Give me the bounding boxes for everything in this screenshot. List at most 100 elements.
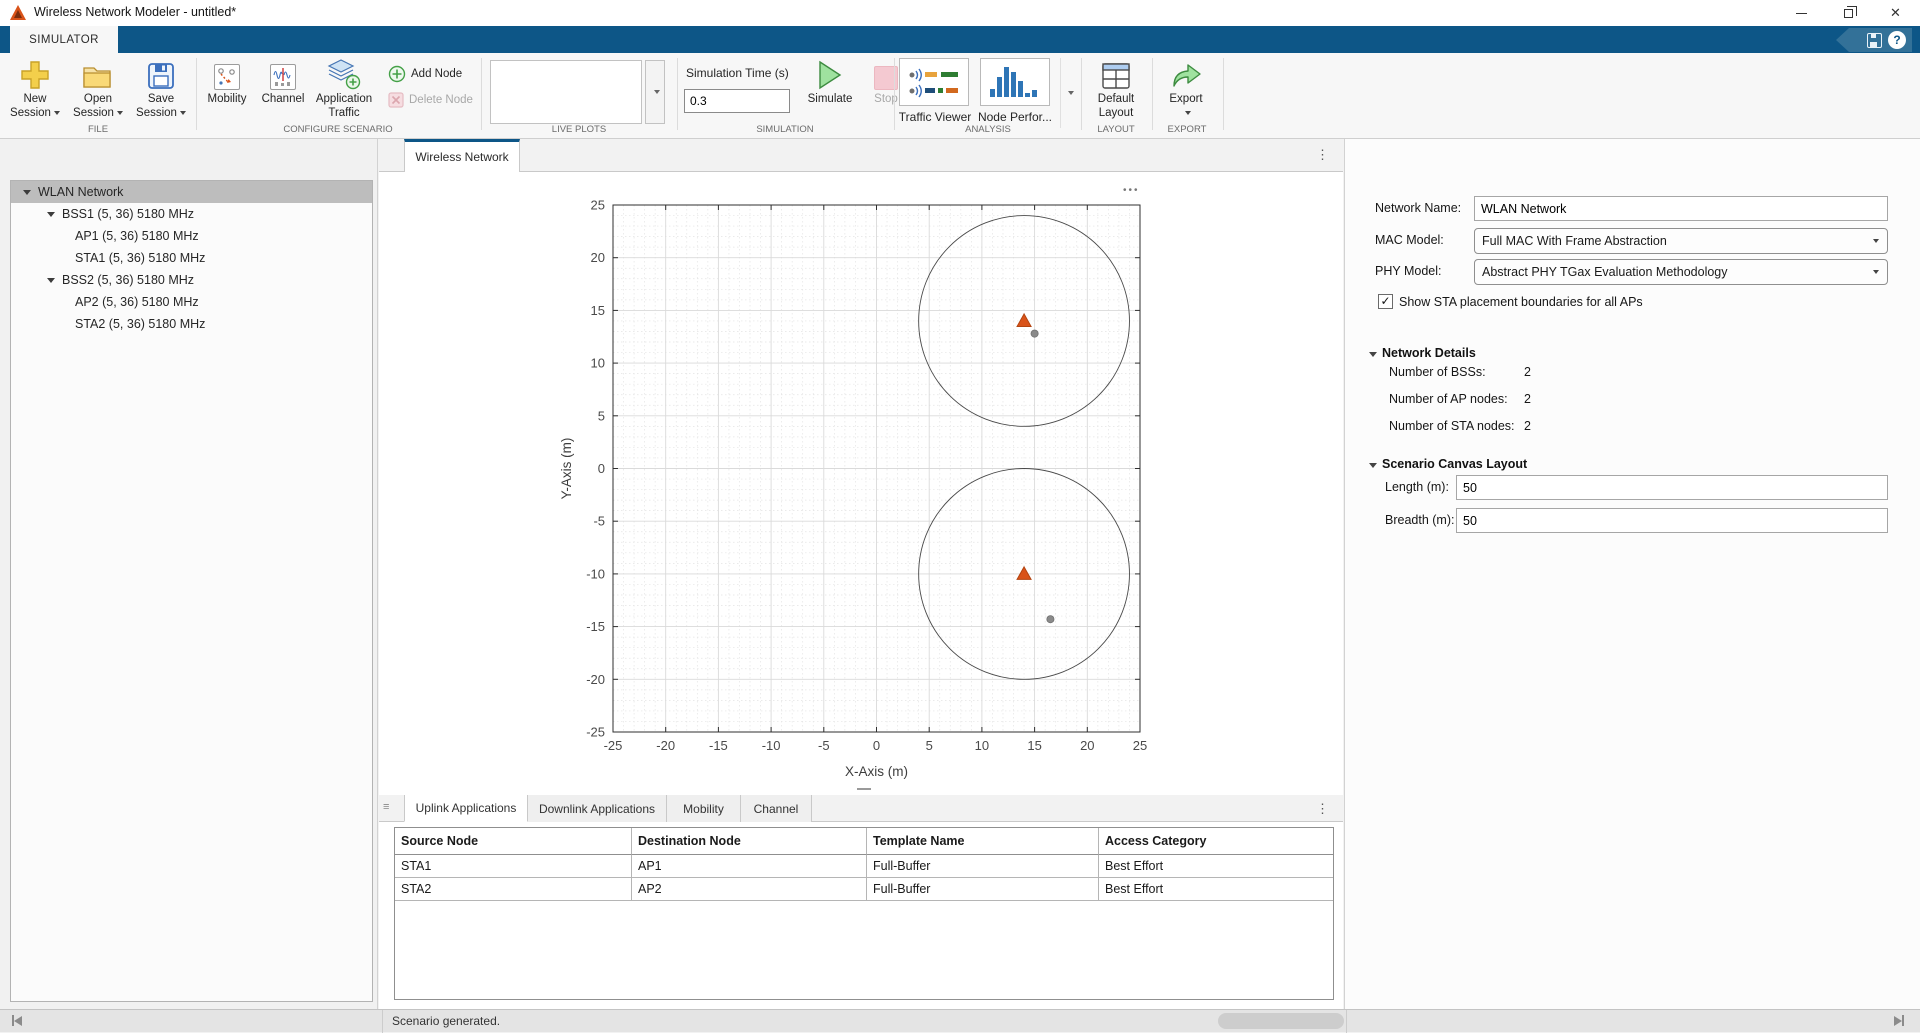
tree-item-ap1[interactable]: AP1 (5, 36) 5180 MHz xyxy=(11,225,372,247)
application-traffic-button[interactable]: Application Traffic xyxy=(312,56,376,132)
live-plots-listbox[interactable] xyxy=(490,60,642,124)
sta-node-marker[interactable] xyxy=(1031,330,1038,337)
tree-expand-icon[interactable] xyxy=(23,190,31,195)
tree-item-bss1[interactable]: BSS1 (5, 36) 5180 MHz xyxy=(11,203,372,225)
node-performance-icon xyxy=(988,63,1042,101)
new-session-button[interactable]: New Session xyxy=(5,56,65,132)
tab-channel[interactable]: Channel xyxy=(741,795,812,822)
save-session-button[interactable]: Save Session xyxy=(131,56,191,132)
chevron-down-icon xyxy=(1068,91,1074,95)
tab-uplink-applications[interactable]: Uplink Applications xyxy=(404,795,528,822)
tree-item-sta1[interactable]: STA1 (5, 36) 5180 MHz xyxy=(11,247,372,269)
save-session-icon xyxy=(147,56,175,90)
minimize-icon xyxy=(1796,13,1807,14)
configure-group-label: CONFIGURE SCENARIO xyxy=(238,124,438,135)
close-button[interactable]: ✕ xyxy=(1872,0,1919,26)
analysis-gallery-dropdown[interactable] xyxy=(1060,58,1078,128)
collapse-right-icon[interactable] xyxy=(1894,1015,1904,1026)
table-row[interactable]: STA2 AP2 Full-Buffer Best Effort xyxy=(395,878,1333,901)
network-plot[interactable]: -25-25-20-20-15-15-10-10-5-5005510101515… xyxy=(555,180,1195,788)
column-header: Source Node xyxy=(395,828,632,855)
live-plots-dropdown-button[interactable] xyxy=(645,60,665,124)
breadth-input[interactable] xyxy=(1456,508,1888,533)
tree-item-sta2[interactable]: STA2 (5, 36) 5180 MHz xyxy=(11,313,372,335)
tree-item-ap2[interactable]: AP2 (5, 36) 5180 MHz xyxy=(11,291,372,313)
svg-text:-25: -25 xyxy=(604,738,623,753)
tab-simulator[interactable]: SIMULATOR xyxy=(10,26,118,53)
bottom-tabs-menu-icon[interactable]: ⋮ xyxy=(1316,801,1329,817)
node-performance-label: Node Perfor... xyxy=(970,110,1060,124)
document-tab-bar: Wireless Network ⋮ xyxy=(379,139,1343,172)
section-collapse-icon[interactable] xyxy=(1369,352,1377,357)
simulate-play-icon xyxy=(817,56,843,90)
export-button[interactable]: Export xyxy=(1156,56,1216,132)
section-collapse-icon[interactable] xyxy=(1369,463,1377,468)
num-sta-value: 2 xyxy=(1524,419,1531,433)
network-name-label: Network Name: xyxy=(1375,201,1461,215)
chevron-down-icon xyxy=(1873,270,1879,274)
tab-mobility[interactable]: Mobility xyxy=(667,795,741,822)
grip-icon[interactable]: ≡ xyxy=(383,801,389,813)
tree-item-bss2[interactable]: BSS2 (5, 36) 5180 MHz xyxy=(11,269,372,291)
export-group-label: EXPORT xyxy=(1087,124,1287,135)
svg-text:0: 0 xyxy=(598,461,605,476)
open-session-button[interactable]: Open Session xyxy=(68,56,128,132)
add-node-button[interactable]: Add Node xyxy=(388,65,462,83)
tree-expand-icon[interactable] xyxy=(47,278,55,283)
network-details-section[interactable]: Network Details xyxy=(1369,346,1476,360)
tree-item-wlan-network[interactable]: WLAN Network xyxy=(11,181,372,203)
group-divider xyxy=(677,58,678,130)
network-name-input[interactable] xyxy=(1474,196,1888,221)
phy-model-dropdown[interactable]: Abstract PHY TGax Evaluation Methodology xyxy=(1474,259,1888,285)
simulate-button[interactable]: Simulate xyxy=(800,56,860,132)
channel-icon xyxy=(270,56,296,90)
status-message: Scenario generated. xyxy=(392,1014,500,1028)
collapse-left-icon[interactable] xyxy=(12,1015,22,1026)
chevron-down-icon xyxy=(180,111,186,115)
svg-text:20: 20 xyxy=(591,250,605,265)
app-logo-icon xyxy=(10,5,26,20)
sta-node-marker[interactable] xyxy=(1047,616,1054,623)
traffic-viewer-button[interactable] xyxy=(899,58,969,106)
horizontal-splitter-handle[interactable] xyxy=(857,788,871,790)
help-icon[interactable]: ? xyxy=(1888,31,1906,49)
sta-boundaries-label: Show STA placement boundaries for all AP… xyxy=(1399,295,1643,309)
tab-wireless-network[interactable]: Wireless Network xyxy=(404,139,520,172)
mobility-button[interactable]: Mobility xyxy=(200,56,254,132)
svg-text:-15: -15 xyxy=(709,738,728,753)
restore-button[interactable] xyxy=(1825,0,1872,26)
sta-boundaries-checkbox[interactable]: ✓ xyxy=(1378,294,1393,309)
tab-downlink-applications[interactable]: Downlink Applications xyxy=(528,795,667,822)
svg-text:10: 10 xyxy=(975,738,989,753)
svg-text:5: 5 xyxy=(926,738,933,753)
simulation-time-input[interactable] xyxy=(684,89,790,113)
tree-expand-icon[interactable] xyxy=(47,212,55,217)
group-divider xyxy=(481,58,482,130)
svg-text:15: 15 xyxy=(591,303,605,318)
channel-button[interactable]: Channel xyxy=(256,56,310,132)
length-input[interactable] xyxy=(1456,475,1888,500)
mac-model-dropdown[interactable]: Full MAC With Frame Abstraction xyxy=(1474,228,1888,254)
chevron-down-icon xyxy=(1873,239,1879,243)
svg-text:10: 10 xyxy=(591,356,605,371)
window-title: Wireless Network Modeler - untitled* xyxy=(34,5,236,19)
default-layout-icon xyxy=(1101,56,1131,90)
svg-text:-20: -20 xyxy=(586,672,605,687)
horizontal-scrollbar-thumb[interactable] xyxy=(1218,1013,1344,1029)
canvas-menu-icon[interactable]: ⋮ xyxy=(1316,147,1329,163)
live-plots-group-label: LIVE PLOTS xyxy=(479,124,679,135)
node-performance-button[interactable] xyxy=(980,58,1050,106)
num-ap-value: 2 xyxy=(1524,392,1531,406)
svg-text:-15: -15 xyxy=(586,619,605,634)
delete-node-button[interactable]: Delete Node xyxy=(388,91,473,109)
minimize-button[interactable] xyxy=(1778,0,1825,26)
quick-save-icon[interactable] xyxy=(1867,33,1882,48)
scenario-canvas-layout-section[interactable]: Scenario Canvas Layout xyxy=(1369,457,1527,471)
new-session-icon xyxy=(20,56,50,90)
group-divider xyxy=(1152,58,1153,130)
delete-node-icon xyxy=(388,92,404,108)
chevron-down-icon xyxy=(54,111,60,115)
num-sta-label: Number of STA nodes: xyxy=(1389,419,1515,433)
table-row[interactable]: STA1 AP1 Full-Buffer Best Effort xyxy=(395,855,1333,878)
default-layout-button[interactable]: Default Layout xyxy=(1086,56,1146,132)
